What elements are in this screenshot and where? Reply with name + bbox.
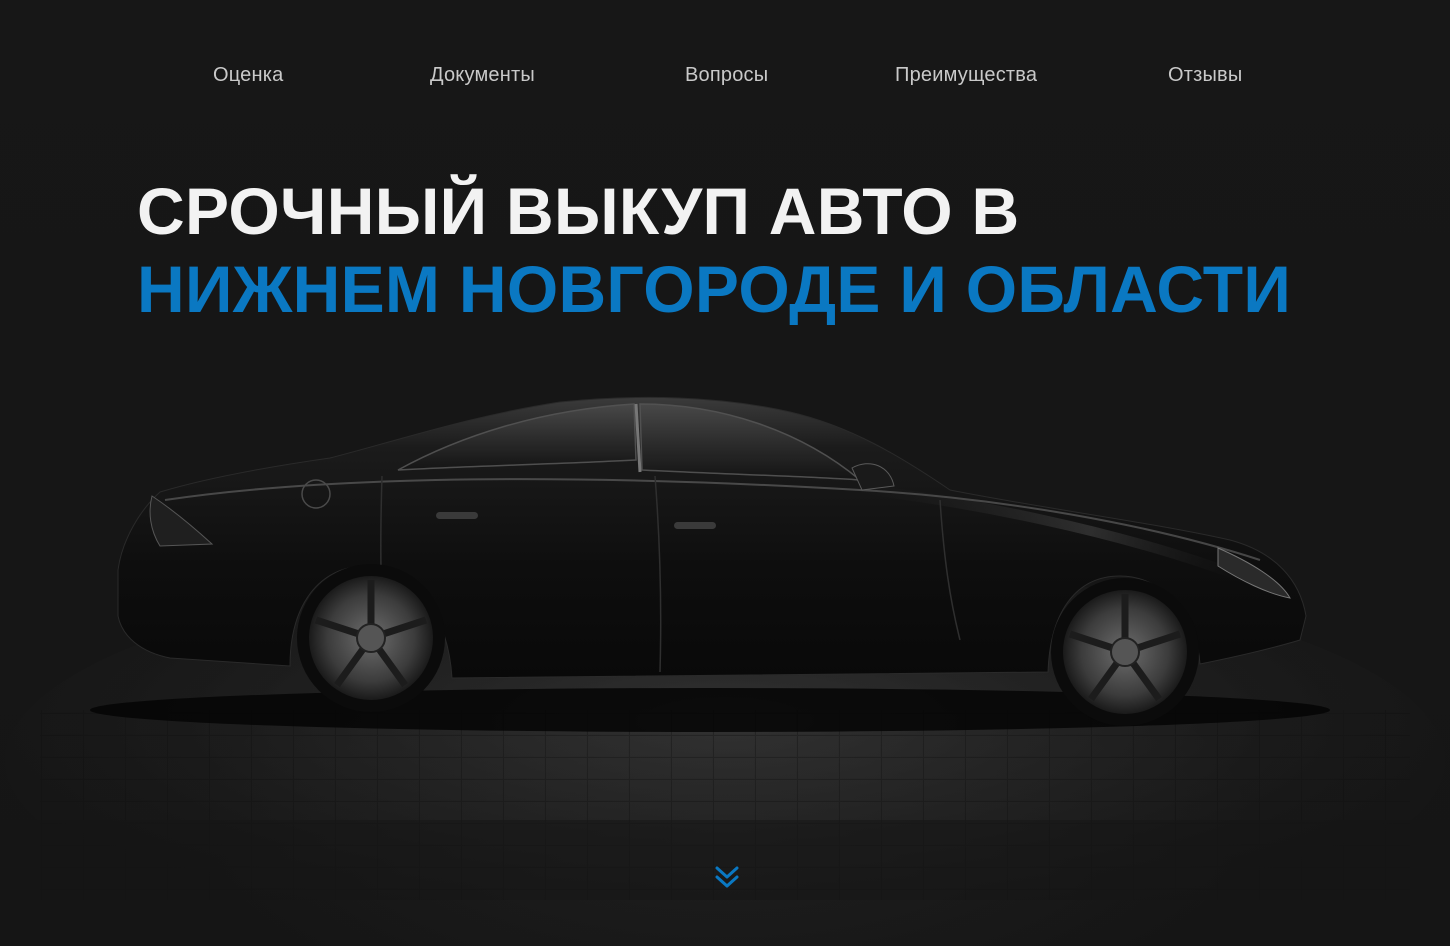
top-nav: Оценка Документы Вопросы Преимущества От… bbox=[0, 64, 1450, 98]
nav-item-advantages[interactable]: Преимущества bbox=[895, 64, 1037, 87]
hero-section: Оценка Документы Вопросы Преимущества От… bbox=[0, 0, 1450, 946]
front-wheel bbox=[1051, 578, 1199, 726]
nav-item-reviews[interactable]: Отзывы bbox=[1168, 64, 1242, 87]
double-chevron-down-icon[interactable] bbox=[713, 864, 741, 892]
rear-wheel bbox=[297, 564, 445, 712]
headline-line-2: НИЖНЕМ НОВГОРОДЕ И ОБЛАСТИ bbox=[137, 252, 1292, 326]
headline-line-1: СРОЧНЫЙ ВЫКУП АВТО В bbox=[137, 174, 1020, 248]
nav-item-questions[interactable]: Вопросы bbox=[685, 64, 768, 87]
car-illustration bbox=[0, 396, 1450, 900]
car-image bbox=[0, 340, 1450, 900]
nav-item-documents[interactable]: Документы bbox=[430, 64, 535, 87]
nav-item-ocenka[interactable]: Оценка bbox=[213, 64, 283, 87]
hero-headline: СРОЧНЫЙ ВЫКУП АВТО В НИЖНЕМ НОВГОРОДЕ И … bbox=[137, 172, 1291, 328]
